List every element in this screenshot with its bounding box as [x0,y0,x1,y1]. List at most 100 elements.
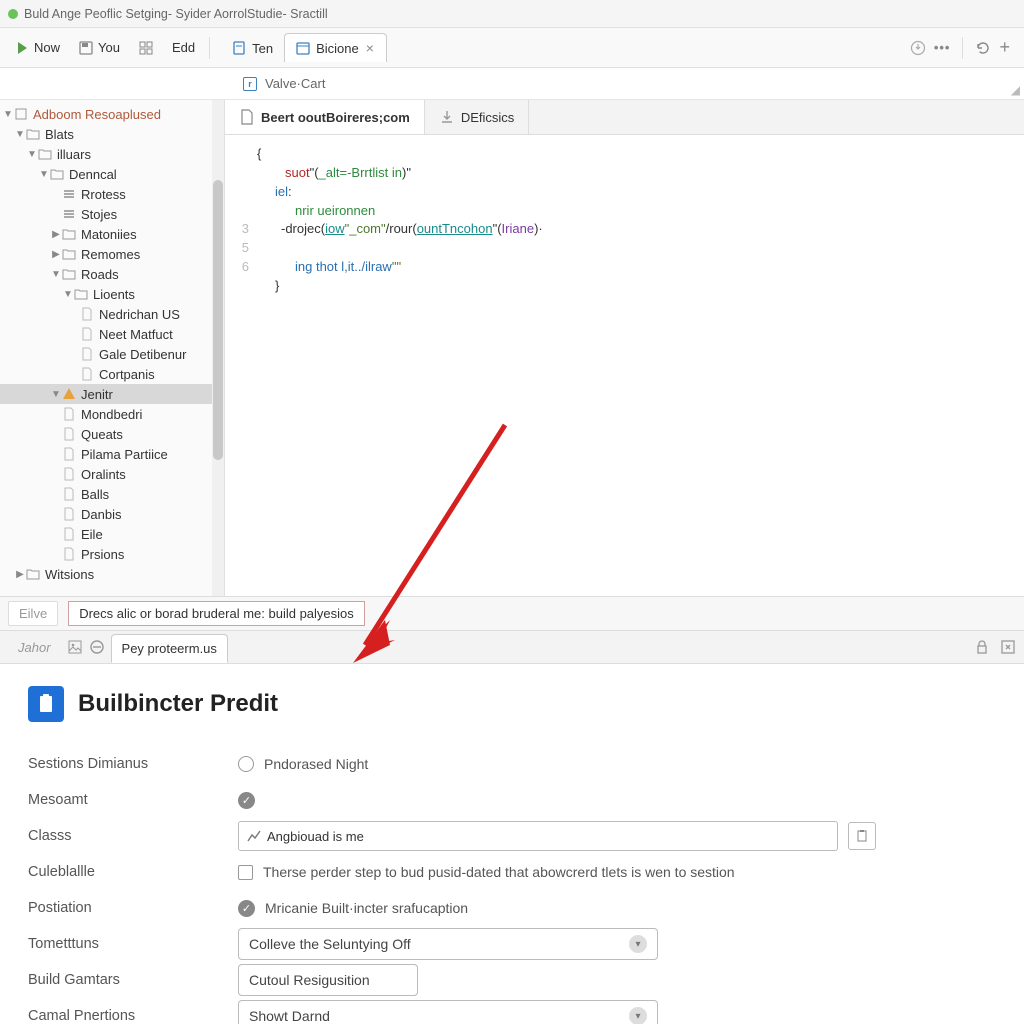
tree-item[interactable]: Neet Matfuct [0,324,224,344]
tree-item[interactable]: ▶Remomes [0,244,224,264]
class-browse-button[interactable] [848,822,876,850]
tree-item[interactable]: Gale Detibenur [0,344,224,364]
form-title: Builbincter Predit [78,690,278,718]
image-icon[interactable] [67,639,83,655]
combo-tomet[interactable]: Colleve the Seluntying Off▾ [238,928,658,960]
tree-item[interactable]: Eile [0,524,224,544]
tree-item[interactable]: Rrotess [0,184,224,204]
main-toolbar: Now You Edd Ten Bicione × ••• [0,28,1024,68]
edd-label: Edd [172,40,195,55]
tree-item[interactable]: ▼Roads [0,264,224,284]
editor-tabstrip: Ten Bicione × [220,33,387,62]
tree-item[interactable]: ▼Lioents [0,284,224,304]
refresh-icon[interactable] [975,40,991,56]
editor-tab-2[interactable]: DEficsics [425,100,529,134]
check-mesoamt[interactable]: ✓ [238,792,255,809]
panel-tab-active[interactable]: Pey proteerm.us [111,634,228,663]
status-left[interactable]: Eilve [8,601,58,626]
radio-pndorased[interactable] [238,756,254,772]
tree-item[interactable]: Prsions [0,544,224,564]
tree-item[interactable]: Queats [0,424,224,444]
scrollbar-thumb[interactable] [213,180,223,460]
file-icon [62,527,76,541]
you-button[interactable]: You [70,35,128,61]
row-mesoamt-label: Mesoamt [28,792,238,808]
tab-close-icon[interactable]: × [364,40,376,56]
tree-item[interactable]: ▼Denncal [0,164,224,184]
tree-item[interactable]: Cortpanis [0,364,224,384]
editor-tab-label: Beert ooutBoireres;com [261,110,410,125]
chevron-down-icon: ▾ [629,1007,647,1024]
folder-icon [26,567,40,581]
tree-item[interactable]: ▶Matoniies [0,224,224,244]
lock-icon[interactable] [974,639,990,655]
tree-item[interactable]: Nedrichan US [0,304,224,324]
class-input[interactable]: Angbiouad is me [238,821,838,851]
check-culeb[interactable] [238,865,253,880]
editor-tab2-label: DEficsics [461,110,514,125]
project-sidebar: ▼Adboom Resoaplused ▼Blats ▼illuars ▼Den… [0,100,225,596]
file-icon [80,327,94,341]
folder-icon [38,147,52,161]
check-culeb-label: Therse perder step to bud pusid-dated th… [263,864,735,880]
stack-icon [62,187,76,201]
status-bar: Eilve Drecs alic or borad bruderal me: b… [0,596,1024,630]
tree-root[interactable]: ▼Adboom Resoaplused [0,104,224,124]
file-icon [80,347,94,361]
tree-item[interactable]: Mondbedri [0,404,224,424]
folder-icon [74,287,88,301]
more-icon[interactable]: ••• [934,40,951,55]
add-icon[interactable]: + [999,37,1010,58]
expand-icon[interactable] [1000,639,1016,655]
panel-tab-labor[interactable]: Jahor [8,634,61,661]
folder-icon [62,267,76,281]
run-button[interactable]: Now [6,35,68,61]
traffic-light-green[interactable] [8,9,18,19]
combo-build[interactable]: Cutoul Resigusition [238,964,418,996]
tree-item[interactable]: Danbis [0,504,224,524]
tree-item-selected[interactable]: ▼Jenitr [0,384,224,404]
run-label: Now [34,40,60,55]
download-icon[interactable] [910,40,926,56]
resize-grip-icon[interactable]: ◢ [1011,83,1020,97]
tree-item[interactable]: Stojes [0,204,224,224]
class-input-value: Angbiouad is me [267,829,364,844]
stop-icon[interactable] [89,639,105,655]
you-label: You [98,40,120,55]
tree-item[interactable]: Pilama Partiice [0,444,224,464]
check-post[interactable]: ✓ [238,900,255,917]
sidebar-scrollbar[interactable] [212,100,224,596]
tab-bicione[interactable]: Bicione × [284,33,387,62]
download-icon [439,109,455,125]
breadcrumb-bar: r Valve·Cart ◢ [0,68,1024,100]
row-class-label: Classs [28,828,238,844]
editor-tab-active[interactable]: Beert ooutBoireres;com [225,100,425,134]
clipboard-icon [855,829,869,843]
tree-item[interactable]: ▼illuars [0,144,224,164]
row-build-label: Build Gamtars [28,972,238,988]
grid-button[interactable] [130,35,162,61]
tree-item[interactable]: Oralints [0,464,224,484]
file-icon [80,307,94,321]
properties-form: Builbincter Predit Sestions Dimianus Pnd… [0,664,1024,1024]
status-message: Drecs alic or borad bruderal me: build p… [68,601,365,626]
tree-item[interactable]: ▶Witsions [0,564,224,584]
chart-icon [247,829,261,843]
breadcrumb-text: Valve·Cart [265,76,325,91]
stack-icon [62,207,76,221]
tab-ten[interactable]: Ten [220,33,284,62]
code-editor: Beert ooutBoireres;com DEficsics { suot"… [225,100,1024,596]
folder-icon [62,247,76,261]
toolbar-separator-2 [962,37,963,59]
tree-item[interactable]: ▼Blats [0,124,224,144]
row-post-label: Postiation [28,900,238,916]
combo-camal[interactable]: Showt Darnd▾ [238,1000,658,1024]
toolbar-separator [209,37,210,59]
file-icon [62,407,76,421]
edd-button[interactable]: Edd [164,35,203,60]
editor-tabbar: Beert ooutBoireres;com DEficsics [225,100,1024,135]
tree-item[interactable]: Balls [0,484,224,504]
warn-icon [62,387,76,401]
code-area[interactable]: { suot"(_alt=-Brrtlist in)" iel: nrir ue… [225,135,1024,596]
folder-icon [62,227,76,241]
